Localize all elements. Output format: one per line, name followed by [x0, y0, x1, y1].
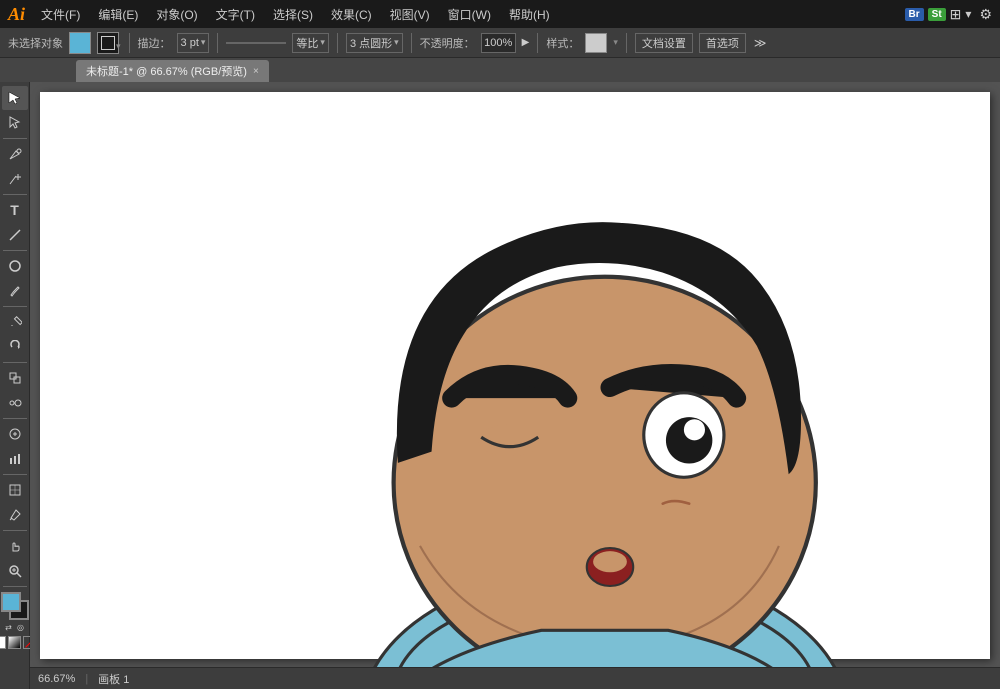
tab-bar: 未标题-1* @ 66.67% (RGB/预览) × — [0, 58, 1000, 82]
menu-window[interactable]: 窗口(W) — [442, 4, 497, 25]
toolbar-sep-3 — [3, 250, 27, 251]
foreground-color[interactable] — [1, 592, 21, 612]
artboard-info: 画板 1 — [98, 671, 129, 687]
default-colors-icon[interactable]: ◎ — [16, 623, 26, 633]
toolbar-sep-1 — [3, 138, 27, 139]
pen-tool[interactable] — [2, 142, 28, 166]
swap-colors-icon[interactable]: ⇄ — [4, 623, 14, 633]
separator-2 — [217, 33, 218, 53]
pencil-tool[interactable] — [2, 310, 28, 334]
menu-help[interactable]: 帮助(H) — [503, 4, 556, 25]
opacity-value[interactable]: 100% — [481, 33, 516, 53]
blend-tool[interactable] — [2, 391, 28, 415]
title-bar: Ai 文件(F) 编辑(E) 对象(O) 文字(T) 选择(S) 效果(C) 视… — [0, 0, 1000, 28]
toolbar-sep-6 — [3, 418, 27, 419]
separator-5 — [537, 33, 538, 53]
hand-tool[interactable] — [2, 534, 28, 558]
menu-effect[interactable]: 效果(C) — [325, 4, 378, 25]
separator-1 — [129, 33, 130, 53]
toolbar-sep-4 — [3, 306, 27, 307]
menu-view[interactable]: 视图(V) — [384, 4, 436, 25]
direct-select-tool[interactable] — [2, 111, 28, 135]
separator-3 — [337, 33, 338, 53]
mesh-tool[interactable] — [2, 478, 28, 502]
ellipse-tool[interactable] — [2, 254, 28, 278]
workspace-label[interactable]: ▾ — [965, 7, 971, 21]
preferences-button[interactable]: 首选项 — [699, 33, 746, 53]
more-options-icon[interactable]: ≫ — [754, 36, 767, 50]
line-type-preview — [226, 42, 286, 44]
app-logo: Ai — [8, 4, 25, 25]
menu-file[interactable]: 文件(F) — [35, 4, 86, 25]
eyedropper-tool[interactable] — [2, 503, 28, 527]
separator-6 — [626, 33, 627, 53]
style-arrow[interactable]: ▾ — [613, 37, 618, 48]
menu-edit[interactable]: 编辑(E) — [92, 4, 144, 25]
toolbar-sep-7 — [3, 474, 27, 475]
left-toolbar: T — [0, 82, 30, 689]
line-type-dropdown[interactable]: 等比 — [292, 33, 329, 53]
line-tool[interactable] — [2, 223, 28, 247]
rotate-tool[interactable] — [2, 335, 28, 359]
color-swatches — [1, 592, 29, 620]
stock-button[interactable]: St — [928, 8, 946, 21]
opacity-label: 不透明度： — [420, 35, 475, 51]
zoom-tool[interactable] — [2, 559, 28, 583]
grid-icon[interactable]: ⊞ — [950, 6, 962, 23]
stroke-label: 描边： — [138, 35, 171, 51]
menu-object[interactable]: 对象(O) — [150, 4, 203, 25]
style-swatch[interactable] — [585, 33, 607, 53]
document-tab[interactable]: 未标题-1* @ 66.67% (RGB/预览) × — [76, 60, 269, 82]
point-type-dropdown[interactable]: 3 点圆形 — [346, 33, 403, 53]
doc-tab-close[interactable]: × — [253, 66, 259, 77]
select-tool[interactable] — [2, 86, 28, 110]
title-bar-right: Br St ⊞ ▾ ⚙ — [905, 6, 992, 23]
doc-settings-button[interactable]: 文档设置 — [635, 33, 693, 53]
artwork-canvas[interactable]: jing E — [40, 92, 990, 689]
graph-tool[interactable] — [2, 447, 28, 471]
bridge-button[interactable]: Br — [905, 8, 924, 21]
gradient-button[interactable] — [8, 636, 21, 649]
scale-tool[interactable] — [2, 366, 28, 390]
symbol-tool[interactable] — [2, 422, 28, 446]
opacity-arrow[interactable]: ▶ — [522, 37, 530, 48]
fill-color-box[interactable] — [69, 32, 91, 54]
doc-tab-title: 未标题-1* @ 66.67% (RGB/预览) — [86, 63, 247, 79]
separator-4 — [411, 33, 412, 53]
menu-select[interactable]: 选择(S) — [267, 4, 319, 25]
options-bar: 未选择对象 ▾ 描边： 3 pt 等比 3 点圆形 不透明度： 100% ▶ 样… — [0, 28, 1000, 58]
add-anchor-tool[interactable] — [2, 167, 28, 191]
toolbar-sep-2 — [3, 194, 27, 195]
color-controls: ⇄ ◎ — [4, 623, 26, 633]
toolbar-sep-9 — [3, 586, 27, 587]
canvas-container[interactable]: jing E 66.67% | 画板 1 — [30, 82, 1000, 689]
paintbrush-tool[interactable] — [2, 279, 28, 303]
zoom-level: 66.67% — [38, 673, 75, 685]
style-label: 样式： — [546, 35, 579, 51]
no-selection-label: 未选择对象 — [8, 35, 63, 51]
search-icon[interactable]: ⚙ — [979, 6, 992, 23]
toolbar-sep-5 — [3, 362, 27, 363]
stroke-dropdown[interactable]: 3 pt — [177, 33, 210, 53]
menu-text[interactable]: 文字(T) — [210, 4, 261, 25]
status-bar: 66.67% | 画板 1 — [30, 667, 1000, 689]
type-tool[interactable]: T — [2, 198, 28, 222]
main-area: T — [0, 82, 1000, 689]
toolbar-sep-8 — [3, 530, 27, 531]
status-sep: | — [85, 673, 88, 685]
solid-color-button[interactable] — [0, 636, 6, 649]
